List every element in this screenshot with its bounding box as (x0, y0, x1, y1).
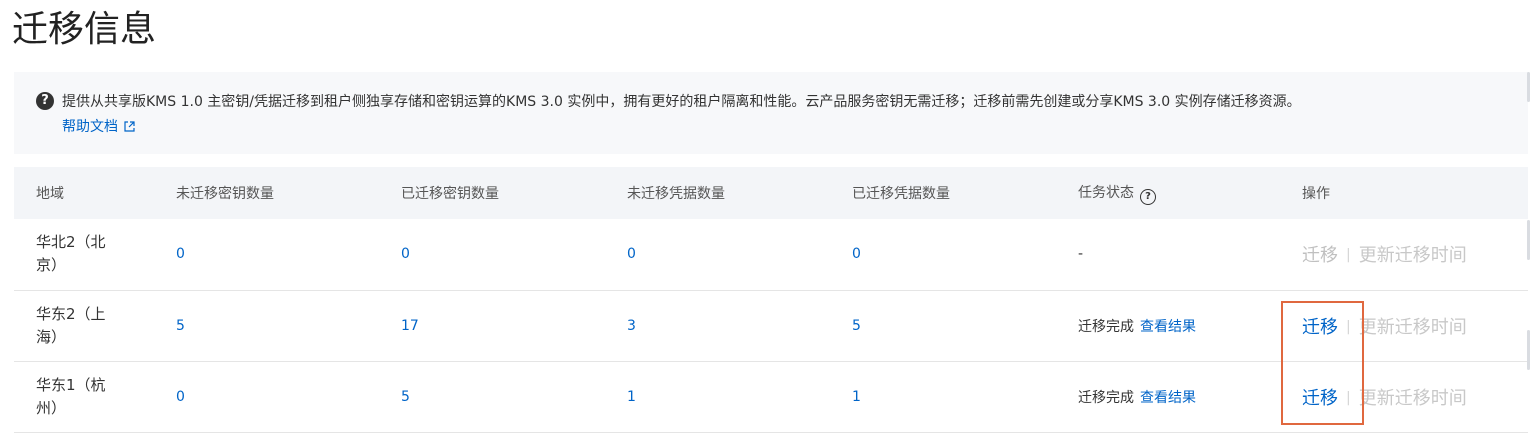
unmigrated-secrets-count[interactable]: 0 (627, 246, 636, 262)
header-unmigrated-secrets: 未迁移凭据数量 (605, 167, 830, 219)
info-notice: ? 提供从共享版KMS 1.0 主密钥/凭据迁移到租户侧独享存储和密钥运算的KM… (14, 72, 1528, 154)
migrated-secrets-count[interactable]: 0 (852, 246, 861, 262)
action-divider: | (1346, 247, 1351, 264)
header-actions: 操作 (1280, 167, 1528, 219)
header-migrated-keys: 已迁移密钥数量 (379, 167, 605, 219)
page-title: 迁移信息 (12, 9, 157, 50)
help-doc-link[interactable]: 帮助文档 (62, 116, 135, 139)
view-result-link[interactable]: 查看结果 (1140, 390, 1196, 406)
help-doc-label[interactable]: 帮助文档 (62, 119, 118, 135)
table-row: 华东1（杭州） 0 5 1 1 迁移完成 查看结果 迁移 | 更新迁移时间 (14, 361, 1528, 433)
migrated-keys-count[interactable]: 17 (401, 318, 419, 334)
table-header-row: 地域 未迁移密钥数量 已迁移密钥数量 未迁移凭据数量 已迁移凭据数量 任务状态?… (14, 167, 1528, 219)
view-result-link[interactable]: 查看结果 (1140, 319, 1196, 335)
header-task-status-label: 任务状态 (1078, 184, 1134, 201)
header-region: 地域 (14, 167, 154, 219)
update-migration-time-button: 更新迁移时间 (1358, 316, 1467, 338)
question-circle-icon: ? (36, 92, 54, 110)
update-migration-time-button: 更新迁移时间 (1358, 387, 1467, 409)
action-divider: | (1346, 318, 1351, 335)
notice-message: 提供从共享版KMS 1.0 主密钥/凭据迁移到租户侧独享存储和密钥运算的KMS … (62, 94, 1301, 110)
region-cell: 华东2（上海） (36, 304, 106, 346)
migrate-button: 迁移 (1302, 245, 1338, 267)
task-status: 迁移完成 (1078, 318, 1134, 335)
region-cell: 华东1（杭州） (36, 375, 106, 417)
unmigrated-keys-count[interactable]: 0 (176, 389, 185, 405)
external-link-icon (124, 117, 135, 139)
header-task-status: 任务状态? (1056, 167, 1280, 219)
task-status: - (1078, 246, 1084, 263)
header-unmigrated-keys: 未迁移密钥数量 (154, 167, 379, 219)
migrate-button[interactable]: 迁移 (1302, 317, 1338, 338)
migrated-keys-count[interactable]: 0 (401, 246, 410, 262)
region-cell: 华北2（北京） (36, 233, 106, 275)
header-migrated-secrets: 已迁移凭据数量 (830, 167, 1056, 219)
unmigrated-keys-count[interactable]: 0 (176, 246, 185, 262)
task-status: 迁移完成 (1078, 389, 1134, 406)
migrated-keys-count[interactable]: 5 (401, 389, 410, 405)
help-circle-icon[interactable]: ? (1140, 188, 1156, 205)
unmigrated-keys-count[interactable]: 5 (176, 318, 185, 334)
migrated-secrets-count[interactable]: 1 (852, 389, 861, 405)
migrate-button[interactable]: 迁移 (1302, 388, 1338, 409)
unmigrated-secrets-count[interactable]: 1 (627, 389, 636, 405)
migration-table: 地域 未迁移密钥数量 已迁移密钥数量 未迁移凭据数量 已迁移凭据数量 任务状态?… (14, 167, 1528, 433)
table-row: 华东2（上海） 5 17 3 5 迁移完成 查看结果 迁移 | 更新迁移时间 (14, 290, 1528, 362)
table-row: 华北2（北京） 0 0 0 0 - 迁移 | 更新迁移时间 (14, 219, 1528, 291)
action-divider: | (1346, 389, 1351, 406)
update-migration-time-button: 更新迁移时间 (1358, 245, 1467, 267)
unmigrated-secrets-count[interactable]: 3 (627, 318, 636, 334)
migrated-secrets-count[interactable]: 5 (852, 318, 861, 334)
